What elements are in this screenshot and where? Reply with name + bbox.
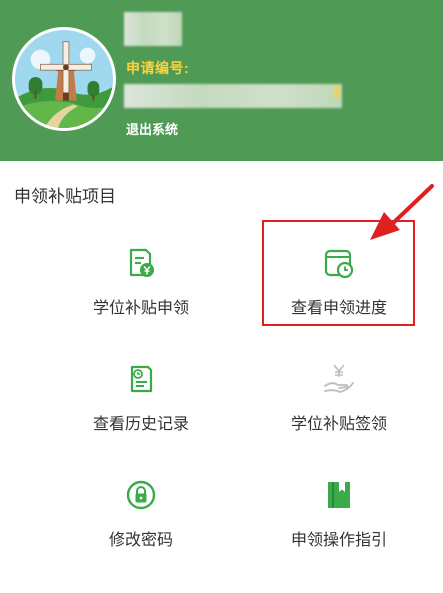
tile-subsidy-apply[interactable]: 学位补贴申领 xyxy=(46,226,236,330)
tile-label: 学位补贴签领 xyxy=(290,414,387,433)
windmill-avatar-icon xyxy=(15,30,113,128)
history-record-icon xyxy=(124,362,158,396)
section-title: 申领补贴项目 xyxy=(14,187,116,207)
blurred-application-number xyxy=(124,84,342,108)
sign-receive-icon xyxy=(322,362,356,396)
profile-header: 申请编号: 3 退出系统 xyxy=(0,0,443,161)
tile-label: 查看历史记录 xyxy=(92,414,189,433)
tile-view-history[interactable]: 查看历史记录 xyxy=(46,342,236,446)
lock-password-icon xyxy=(124,478,158,512)
application-number-tail: 3 xyxy=(332,84,341,101)
tile-change-password[interactable]: 修改密码 xyxy=(46,458,236,562)
blurred-name xyxy=(124,12,182,46)
tile-label: 申领操作指引 xyxy=(290,530,387,549)
avatar xyxy=(12,27,116,131)
logout-button[interactable]: 退出系统 xyxy=(126,119,178,138)
guide-book-icon xyxy=(322,478,356,512)
subsidy-apply-icon xyxy=(124,246,158,280)
progress-clock-icon xyxy=(322,246,356,280)
application-number-label: 申请编号: xyxy=(126,60,190,76)
tile-label: 修改密码 xyxy=(108,530,173,549)
tile-label: 学位补贴申领 xyxy=(92,298,189,317)
tile-label: 查看申领进度 xyxy=(290,298,387,317)
tile-operation-guide[interactable]: 申领操作指引 xyxy=(244,458,434,562)
pointer-arrow-icon xyxy=(370,184,434,240)
tile-sign-receive[interactable]: 学位补贴签领 xyxy=(244,342,434,446)
